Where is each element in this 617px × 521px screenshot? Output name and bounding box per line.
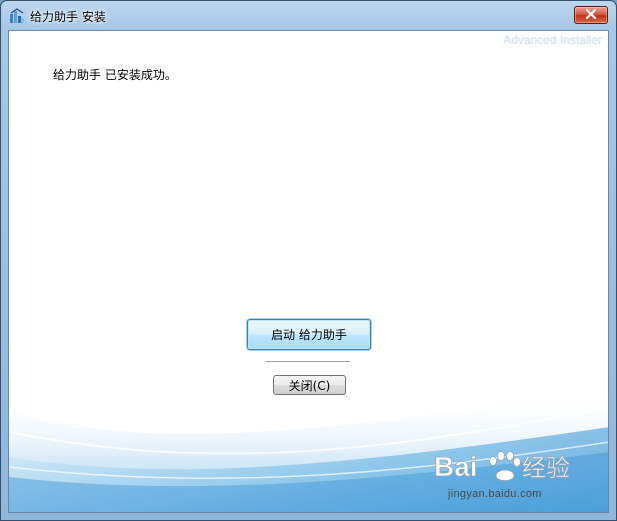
watermark-url: jingyan.baidu.com bbox=[448, 488, 542, 500]
status-message: 给力助手 已安装成功。 bbox=[53, 68, 177, 82]
close-icon bbox=[585, 8, 597, 22]
installer-icon bbox=[9, 8, 25, 24]
launch-app-button[interactable]: 启动 给力助手 bbox=[247, 319, 371, 350]
separator bbox=[265, 361, 350, 363]
installer-window: 给力助手 安装 Advanced Installer 给力助手 已安装成功。 启… bbox=[0, 0, 617, 521]
title-bar[interactable]: 给力助手 安装 bbox=[1, 1, 616, 31]
brand-label: Advanced Installer bbox=[503, 33, 602, 47]
close-dialog-button[interactable]: 关闭(C) bbox=[273, 375, 346, 395]
svg-text:经验: 经验 bbox=[522, 454, 570, 482]
baidu-jingyan-logo: Bai 经验 bbox=[434, 451, 570, 483]
svg-text:Bai: Bai bbox=[434, 451, 478, 482]
dialog-content: Advanced Installer 给力助手 已安装成功。 启动 给力助手 关… bbox=[8, 30, 609, 513]
close-button[interactable] bbox=[574, 6, 608, 24]
window-title: 给力助手 安装 bbox=[30, 10, 106, 24]
watermark: Bai 经验 jingyan.baidu.com bbox=[434, 446, 594, 506]
